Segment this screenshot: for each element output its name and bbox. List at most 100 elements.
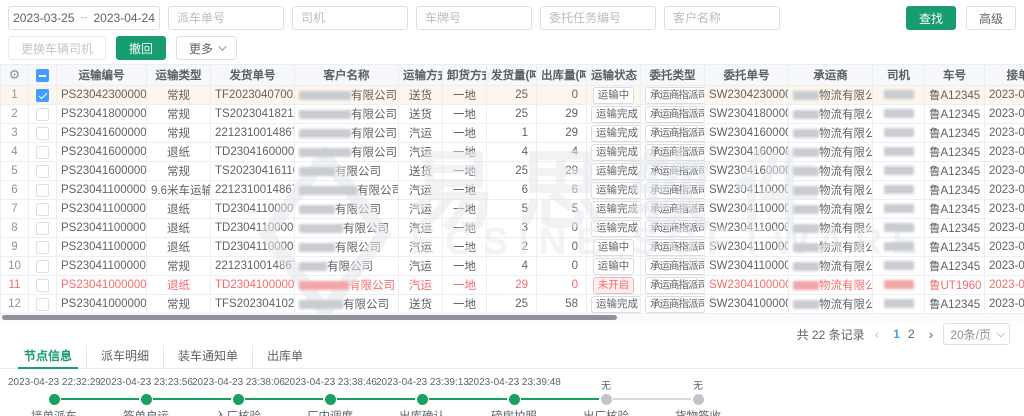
date-range-input[interactable]: 2023-03-25 ~ 2023-04-24 [8, 6, 160, 30]
cell-ship-qty: 5 [487, 200, 537, 219]
column-header[interactable]: 发货量(吨) [487, 65, 537, 86]
cell-ship-qty: 25 [487, 105, 537, 124]
tab-item[interactable]: 派车明细 [86, 345, 163, 369]
cell-transport-no: PS230410000006 [57, 276, 147, 295]
row-checkbox[interactable] [36, 165, 49, 178]
cell-transport-type: 常规 [147, 86, 211, 105]
page-size-select[interactable]: 20条/页 [943, 323, 1010, 345]
column-header[interactable]: 委托单号 [705, 65, 789, 86]
driver-input[interactable] [292, 6, 408, 30]
cell-customer: 有限公司 [295, 124, 399, 143]
table-row[interactable]: 3 PS230416000007 常规 22123100148673 有限公司 … [1, 124, 1024, 143]
table-row[interactable]: 2 PS230418000001 常规 TS202304182114 有限公司 … [1, 105, 1024, 124]
table-row[interactable]: 4 PS230416000006 退纸 TD230416000002 有限公司 … [1, 143, 1024, 162]
cell-accept-date: 2023-04-1 [985, 257, 1024, 276]
search-button[interactable]: 查找 [906, 6, 956, 30]
select-all-checkbox[interactable] [36, 69, 49, 82]
table-row[interactable]: 7 PS230411000004 退纸 TD230411000009 有限公司 … [1, 200, 1024, 219]
column-header[interactable]: 运输状态 [587, 65, 641, 86]
more-button[interactable]: 更多 [176, 36, 237, 60]
table-row[interactable]: 12 PS230410000004 常规 TFS202304102203 有限公… [1, 295, 1024, 314]
customer-name-input[interactable] [664, 6, 780, 30]
row-checkbox[interactable] [36, 146, 49, 159]
cell-status: 运输完成 [587, 143, 641, 162]
table-row[interactable]: 8 PS230411000003 退纸 TD230411000008 有限公司 … [1, 219, 1024, 238]
entrust-task-no-input[interactable] [540, 6, 656, 30]
column-header[interactable]: 运输类型 [147, 65, 211, 86]
table-row[interactable]: 11 PS230410000006 退纸 TD230410000009 有限公司… [1, 276, 1024, 295]
column-header[interactable]: 司机 [873, 65, 925, 86]
column-header[interactable]: 发货单号 [211, 65, 295, 86]
timeline-node-dot-icon [693, 394, 704, 405]
cell-status: 运输完成 [587, 181, 641, 200]
row-checkbox[interactable] [36, 222, 49, 235]
cell-shipping-no: TD230411000008 [211, 219, 295, 238]
timeline-node-dot-icon [141, 394, 152, 405]
table-row[interactable]: 9 PS230411000002 退纸 TD230411000007 有限公司 … [1, 238, 1024, 257]
cell-plate: 鲁A12345 [925, 124, 985, 143]
revoke-button[interactable]: 撤回 [116, 36, 166, 60]
tab-item[interactable]: 出库单 [252, 345, 317, 369]
cell-transport-type: 常规 [147, 162, 211, 181]
row-checkbox[interactable] [36, 127, 49, 140]
column-header[interactable]: 运输编号 [57, 65, 147, 86]
timeline-node-label: 厂内调度 [284, 408, 376, 416]
row-checkbox[interactable] [36, 108, 49, 121]
page-number-button[interactable]: 1 [889, 327, 904, 341]
row-checkbox[interactable] [36, 89, 49, 102]
plate-no-input[interactable] [416, 6, 532, 30]
tab-item[interactable]: 装车通知单 [163, 345, 252, 369]
total-records-text: 共 22 条记录 [797, 326, 865, 343]
select-all[interactable] [29, 65, 57, 86]
cell-entrust-no: SW230416000009 [705, 124, 789, 143]
timeline-node: 无 出厂核验 [560, 377, 652, 416]
cell-plate: 鲁A12345 [925, 200, 985, 219]
row-checkbox[interactable] [36, 241, 49, 254]
row-checkbox[interactable] [36, 203, 49, 216]
table-row[interactable]: 10 PS230411000001 常规 22123100148677 有限公司… [1, 257, 1024, 276]
entrust-type-badge: 承运商指派司机 [645, 106, 705, 123]
timeline-node-label: 出厂核验 [560, 408, 652, 416]
cell-shipping-no: TD230411000007 [211, 238, 295, 257]
row-checkbox[interactable] [36, 184, 49, 197]
page-number-button[interactable]: 2 [904, 327, 919, 341]
cell-ship-qty: 3 [487, 219, 537, 238]
cell-transport-no: PS230416000006 [57, 143, 147, 162]
column-header[interactable]: 客户名称 [295, 65, 399, 86]
column-header[interactable]: 委托类型 [641, 65, 705, 86]
row-select-cell [29, 276, 57, 295]
change-vehicle-driver-button[interactable]: 更换车辆司机 [8, 36, 106, 60]
column-header[interactable]: 车号 [925, 65, 985, 86]
column-header[interactable]: 运输方式 [399, 65, 443, 86]
row-checkbox[interactable] [36, 260, 49, 273]
row-checkbox[interactable] [36, 298, 49, 311]
column-header[interactable]: 接单时间 [985, 65, 1024, 86]
cell-unload-mode: 一地 [443, 219, 487, 238]
cell-driver [873, 105, 925, 124]
table-row[interactable]: 6 PS230411000005 9.6米车运输 22123100148676 … [1, 181, 1024, 200]
column-header[interactable]: 出库量(吨) [537, 65, 587, 86]
table-row[interactable]: 1 PS230423000002 常规 TF20230407001 有限公司 送… [1, 86, 1024, 105]
scrollbar-thumb[interactable] [2, 315, 617, 320]
advanced-button[interactable]: 高级 [966, 6, 1016, 30]
timeline-node: 2023-04-23 23:38:46 厂内调度 [284, 377, 376, 416]
column-settings[interactable]: ⚙ [1, 65, 29, 86]
cell-entrust-no: SW230410000008 [705, 276, 789, 295]
cell-shipping-no: 22123100148673 [211, 124, 295, 143]
row-index: 6 [1, 181, 29, 200]
column-header[interactable]: 承运商 [789, 65, 873, 86]
row-select-cell [29, 105, 57, 124]
horizontal-scrollbar[interactable] [0, 314, 1024, 321]
next-page-button[interactable]: › [927, 326, 936, 342]
column-header[interactable]: 卸货方式 [443, 65, 487, 86]
cell-entrust-no: SW230411000003 [705, 219, 789, 238]
entrust-type-badge: 承运商指派司机 [645, 125, 705, 142]
row-checkbox[interactable] [36, 279, 49, 292]
cell-carrier: 物流有限公司 [789, 105, 873, 124]
dispatch-no-input[interactable] [168, 6, 284, 30]
tab-active[interactable]: 节点信息 [10, 345, 86, 369]
prev-page-button[interactable]: ‹ [873, 326, 882, 342]
entrust-type-badge: 承运商指派司机 [645, 239, 705, 256]
cell-carrier: 物流有限公司 [789, 86, 873, 105]
table-row[interactable]: 5 PS230416000004 常规 TS202304161109 有限公司 … [1, 162, 1024, 181]
